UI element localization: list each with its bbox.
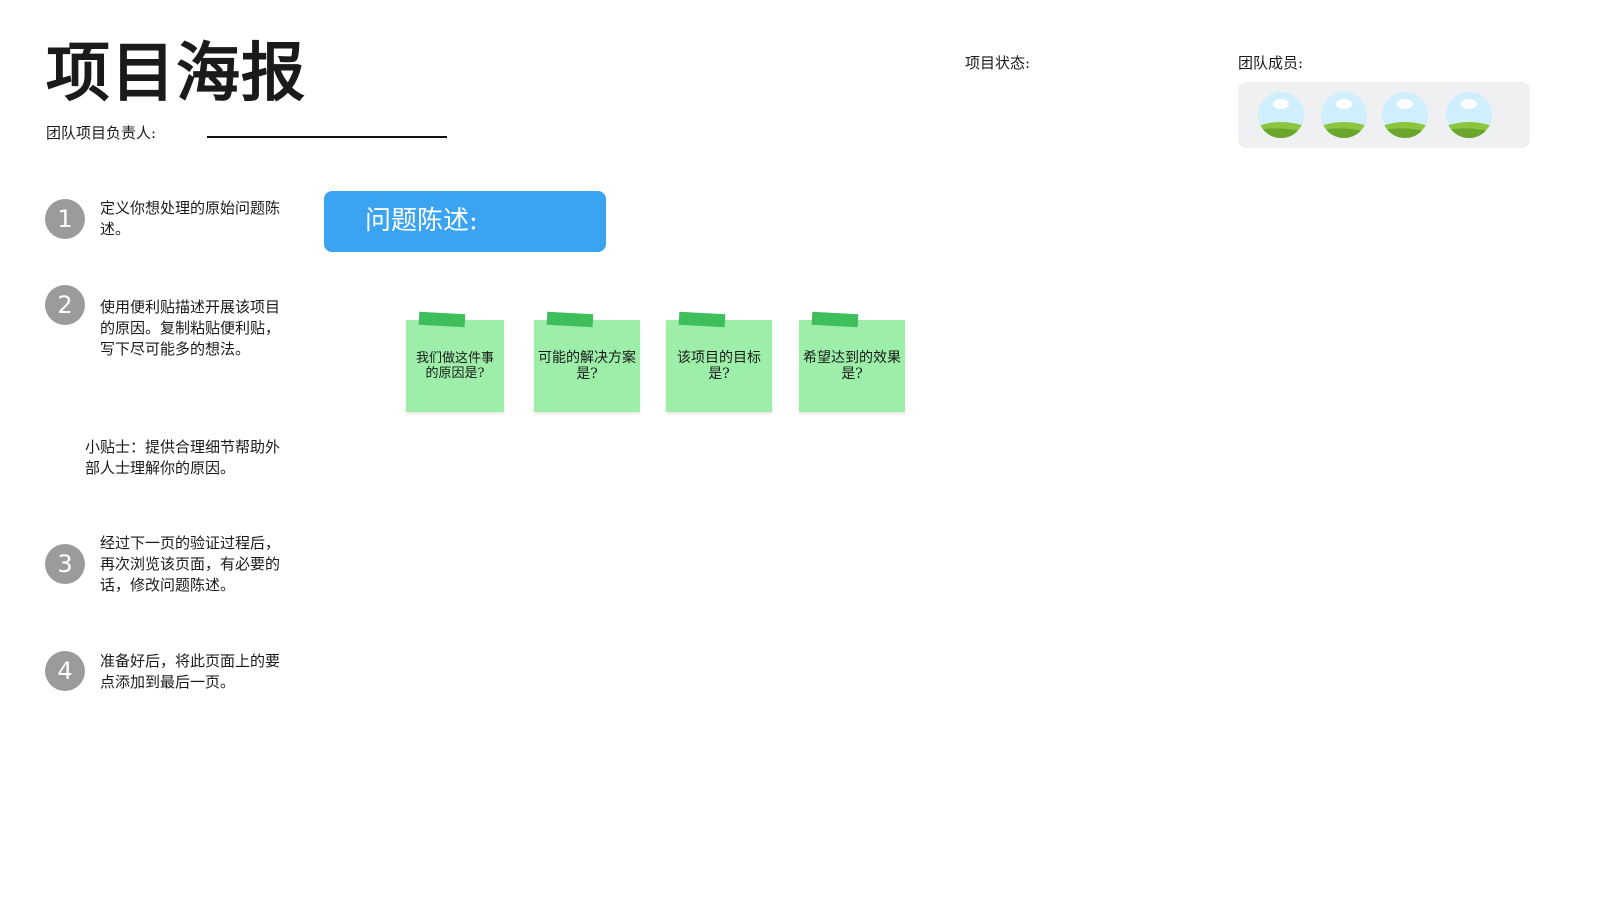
sticky-note-text: 可能的解决方案是? [538,350,636,382]
sticky-note-text: 我们做这件事的原因是? [415,351,494,381]
sticky-note-solution[interactable]: 可能的解决方案是? [534,311,640,412]
landscape-avatar-icon[interactable] [1258,92,1304,138]
team-members-panel [1238,82,1530,148]
sticky-note-text: 希望达到的效果是? [803,350,901,382]
landscape-avatar-icon[interactable] [1382,92,1428,138]
problem-statement-label: 问题陈述: [365,206,478,236]
team-members-label: 团队成员: [1238,54,1304,72]
step-4-number: 4 [45,651,85,691]
step-3-text: 经过下一页的验证过程后，再次浏览该页面，有必要的话，修改问题陈述。 [100,534,281,594]
sticky-note-reason[interactable]: 我们做这件事的原因是? [406,311,504,412]
landscape-avatar-icon[interactable] [1446,92,1492,138]
step-2-number: 2 [45,285,85,325]
step-4-text: 准备好后，将此页面上的要点添加到最后一页。 [100,652,281,691]
sticky-note-goal[interactable]: 该项目的目标是? [666,311,772,412]
step-3-number: 3 [45,544,85,584]
page-title: 项目海报 [46,36,306,111]
step-1-number: 1 [45,199,85,239]
project-status-label: 项目状态: [965,54,1031,72]
step-1-text: 定义你想处理的原始问题陈述。 [100,199,281,238]
team-lead-label: 团队项目负责人: [46,124,157,142]
landscape-avatar-icon[interactable] [1321,92,1367,138]
tip-text: 小贴士：提供合理细节帮助外部人士理解你的原因。 [85,438,281,477]
sticky-note-effect[interactable]: 希望达到的效果是? [799,311,905,412]
sticky-note-text: 该项目的目标是? [677,350,761,382]
team-lead-input-line[interactable] [207,136,447,138]
step-2-text: 使用便利贴描述开展该项目的原因。复制粘贴便利贴，写下尽可能多的想法。 [100,298,281,358]
problem-statement-box[interactable]: 问题陈述: [324,191,606,252]
